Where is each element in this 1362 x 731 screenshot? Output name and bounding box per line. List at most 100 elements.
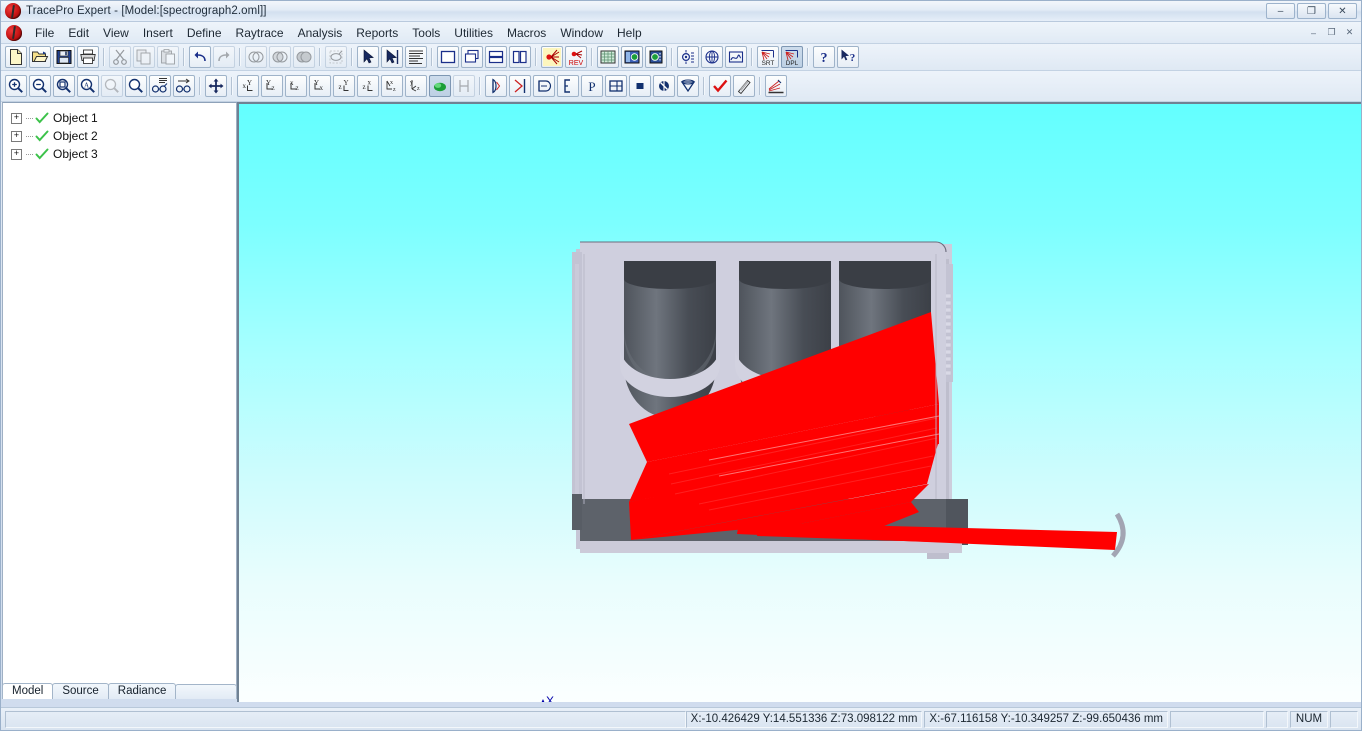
incident-ray-table-button[interactable] [677,46,699,68]
select-arrow-button[interactable] [357,46,379,68]
insert-reflector-button[interactable] [509,75,531,97]
tab-source[interactable]: Source [52,683,109,699]
view-zx-button[interactable]: zx [357,75,379,97]
mdi-restore-button[interactable]: ❐ [1323,25,1340,40]
window-single-button[interactable] [437,46,459,68]
insert-block-button[interactable] [629,75,651,97]
view-yz-button[interactable]: Yz [261,75,283,97]
polar-candela-button[interactable] [645,46,667,68]
new-file-button[interactable] [5,46,27,68]
print-button[interactable] [77,46,99,68]
ray-sort-button[interactable] [765,75,787,97]
restore-button[interactable]: ❐ [1297,3,1326,19]
insert-cone-button[interactable] [677,75,699,97]
menu-reports[interactable]: Reports [349,24,405,42]
zoom-all-button[interactable]: A [77,75,99,97]
help-button[interactable]: ? [813,46,835,68]
view-restore-button[interactable] [173,75,195,97]
check-icon[interactable] [35,111,49,125]
apply-properties-button[interactable] [709,75,731,97]
mdi-minimize-button[interactable]: – [1305,25,1322,40]
window-tile-horizontal-button[interactable] [485,46,507,68]
zoom-previous-button[interactable] [101,75,123,97]
expand-icon[interactable]: + [11,112,22,124]
boolean-union-button[interactable] [293,46,315,68]
menu-utilities[interactable]: Utilities [447,24,500,42]
tab-radiance[interactable]: Radiance [107,683,177,699]
view-xy-button[interactable]: xY [237,75,259,97]
check-icon[interactable] [35,147,49,161]
boolean-subtract-button[interactable] [245,46,267,68]
close-button[interactable]: ✕ [1328,3,1357,19]
transform-object-button[interactable] [325,46,347,68]
context-help-button[interactable]: ? [837,46,859,68]
display-ray-trace-button[interactable]: DPL [781,46,803,68]
view-iso-yz-button[interactable]: yz [405,75,427,97]
menu-help[interactable]: Help [610,24,649,42]
tree-item-object-1[interactable]: + Object 1 [9,109,236,127]
zoom-selection-button[interactable] [125,75,147,97]
3d-irradiance-button[interactable] [701,46,723,68]
insert-sheet-button[interactable] [605,75,627,97]
select-edge-button[interactable] [381,46,403,68]
zoom-in-button[interactable] [5,75,27,97]
toolbar-separator [428,47,436,67]
profile-plot-button[interactable] [725,46,747,68]
mdi-close-button[interactable]: ✕ [1341,25,1358,40]
surface-property-button[interactable] [733,75,755,97]
menu-file[interactable]: File [28,24,61,42]
simulation-ray-trace-button[interactable]: SRT [757,46,779,68]
tree-item-object-2[interactable]: + Object 2 [9,127,236,145]
paste-button[interactable] [157,46,179,68]
pan-button[interactable] [205,75,227,97]
insert-sphere-button[interactable] [653,75,675,97]
view-settings-button[interactable] [149,75,171,97]
expand-icon[interactable]: + [11,130,22,142]
view-yx-button[interactable]: Yx [309,75,331,97]
raytrace-button[interactable] [541,46,563,68]
view-iso-xz-button[interactable]: xz [381,75,403,97]
view-xz-button[interactable]: xz [285,75,307,97]
menu-tools[interactable]: Tools [405,24,447,42]
toolbar-separator [100,47,108,67]
zoom-out-button[interactable] [29,75,51,97]
boolean-intersect-button[interactable] [269,46,291,68]
menu-edit[interactable]: Edit [61,24,96,42]
candela-plot-button[interactable] [621,46,643,68]
undo-button[interactable] [189,46,211,68]
cut-button[interactable] [109,46,131,68]
tab-model[interactable]: Model [2,683,54,699]
window-cascade-button[interactable] [461,46,483,68]
expand-icon[interactable]: + [11,148,22,160]
open-file-button[interactable] [29,46,51,68]
render-shaded-button[interactable] [429,75,451,97]
save-file-button[interactable] [53,46,75,68]
menu-raytrace[interactable]: Raytrace [229,24,291,42]
menu-macros[interactable]: Macros [500,24,553,42]
status-num-indicator: NUM [1290,710,1328,728]
window-tile-vertical-button[interactable] [509,46,531,68]
menu-define[interactable]: Define [180,24,229,42]
view-zy-button[interactable]: zY [333,75,355,97]
redo-button[interactable] [213,46,235,68]
property-list-button[interactable] [405,46,427,68]
insert-lens-button[interactable] [485,75,507,97]
menu-view[interactable]: View [96,24,136,42]
copy-button[interactable] [133,46,155,68]
model-tree-panel: + Object 1 + Object 2 + Object 3 [2,102,237,686]
insert-prism-button[interactable]: P [581,75,603,97]
panel-tabs: Model Source Radiance [2,682,237,699]
menu-insert[interactable]: Insert [136,24,180,42]
reverse-raytrace-button[interactable]: REV [565,46,587,68]
irradiance-map-button[interactable] [597,46,619,68]
hidden-line-button[interactable] [453,75,475,97]
menu-window[interactable]: Window [553,24,610,42]
insert-bracket-button[interactable] [557,75,579,97]
insert-tube-button[interactable] [533,75,555,97]
model-viewport[interactable]: X Z [239,104,1361,702]
menu-analysis[interactable]: Analysis [291,24,350,42]
zoom-window-button[interactable] [53,75,75,97]
minimize-button[interactable]: – [1266,3,1295,19]
check-icon[interactable] [35,129,49,143]
tree-item-object-3[interactable]: + Object 3 [9,145,236,163]
